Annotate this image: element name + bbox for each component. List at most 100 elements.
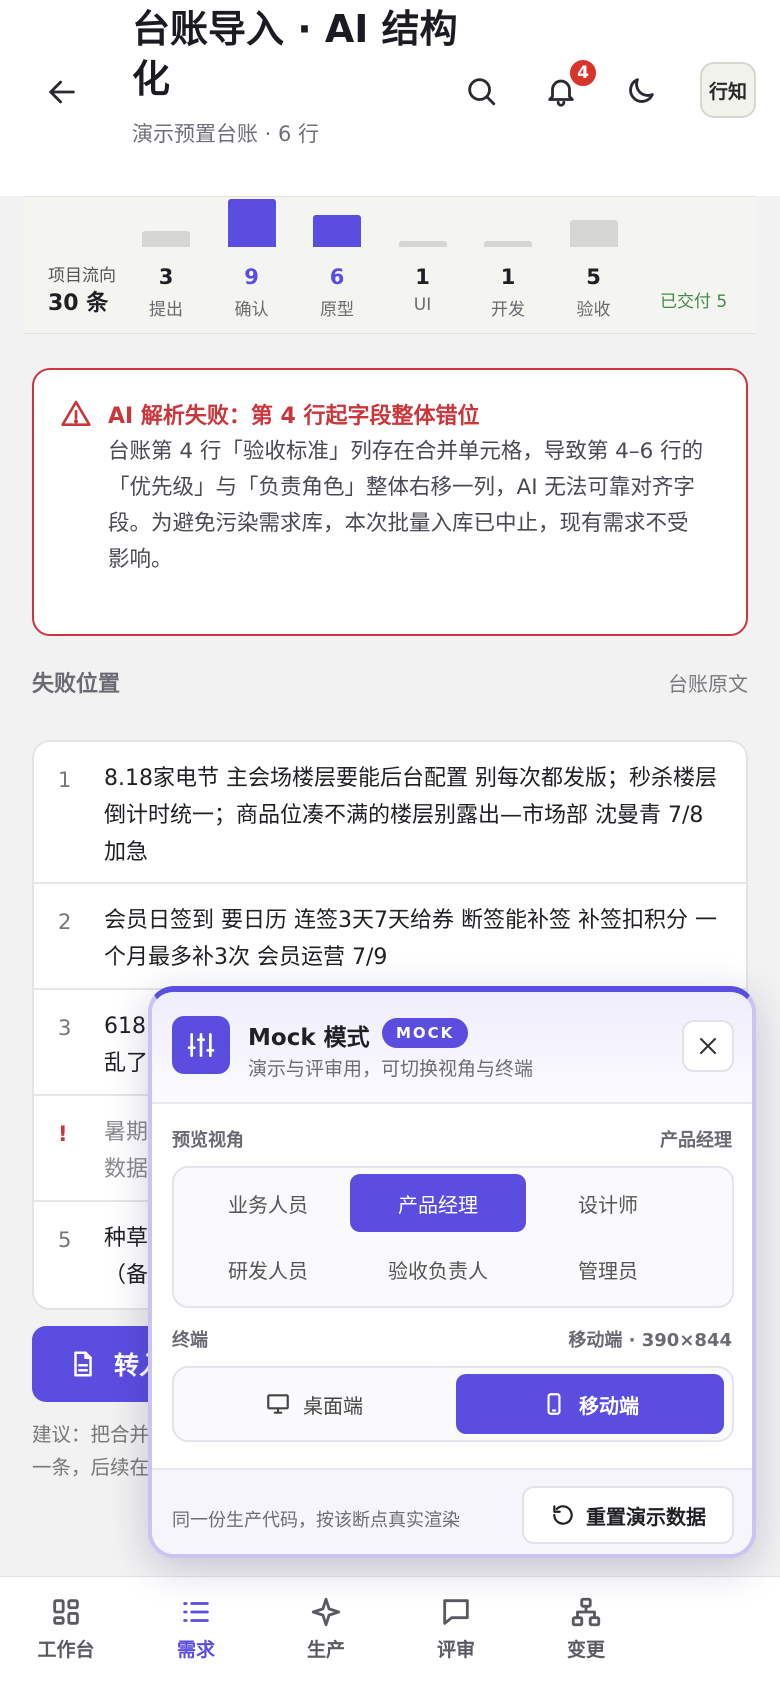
terminal-option-mobile[interactable]: 移动端	[456, 1374, 724, 1434]
nav-label: 工作台	[37, 1639, 95, 1661]
document-icon	[74, 1351, 92, 1377]
row-text: 8.18家电节 主会场楼层要能后台配置 别每次都发版；秒杀楼层倒计时统一；商品位…	[104, 766, 717, 865]
role-option-admin[interactable]: 管理员	[520, 1240, 696, 1298]
flow-stage-count: 1	[415, 265, 430, 289]
view-label: 预览视角	[172, 1130, 244, 1151]
flow-stage-bar	[313, 215, 361, 247]
error-description: 台账第 4 行「验收标准」列存在合并单元格，导致第 4–6 行的「优先级」与「负…	[108, 439, 704, 572]
terminal-label: 终端	[172, 1330, 208, 1351]
flow-stage-count: 3	[158, 265, 174, 289]
role-option-acceptance[interactable]: 验收负责人	[350, 1240, 526, 1298]
row-index: 2	[58, 910, 72, 934]
flow-total: 30 条	[48, 291, 109, 316]
monitor-icon	[267, 1394, 289, 1414]
delivered-count: 已交付 5	[660, 292, 728, 312]
nav-item-workbench[interactable]: 工作台	[16, 1595, 116, 1675]
row-index: 3	[58, 1016, 72, 1040]
row-index: 1	[58, 768, 72, 792]
terminal-selector: 桌面端 移动端	[172, 1366, 734, 1442]
flow-stage-bar	[398, 241, 447, 247]
app-header: 台账导入 · AI 结构化 演示预置台账 · 6 行 4 行知	[0, 0, 780, 196]
reset-icon	[553, 1505, 573, 1525]
close-button[interactable]	[682, 1020, 734, 1072]
error-title: AI 解析失败：第 4 行起字段整体错位	[108, 404, 480, 429]
nav-item-requirements[interactable]: 需求	[146, 1595, 246, 1675]
avatar[interactable]: 行知	[700, 62, 756, 118]
flow-stage-count: 9	[244, 265, 259, 289]
flow-stage-name: 原型	[320, 300, 354, 320]
flow-stage-name: 确认	[234, 300, 269, 320]
flow-label: 项目流向	[48, 266, 116, 286]
list-icon	[183, 1602, 209, 1622]
sliders-icon	[187, 1033, 215, 1057]
phone-icon	[547, 1393, 561, 1415]
reset-demo-data-button[interactable]: 重置演示数据	[522, 1486, 734, 1544]
nav-label: 需求	[176, 1639, 215, 1661]
row-text-line: 种草	[104, 1226, 149, 1251]
view-value: 产品经理	[660, 1130, 732, 1151]
role-option-designer[interactable]: 设计师	[520, 1174, 696, 1232]
warning-triangle-icon	[61, 400, 91, 426]
tree-icon	[571, 1597, 601, 1627]
row-text-line: 618	[104, 1014, 146, 1039]
mock-title: Mock 模式	[248, 1025, 370, 1051]
nav-label: 评审	[436, 1639, 475, 1661]
sparkle-icon	[311, 1597, 341, 1627]
search-icon	[468, 78, 496, 106]
row-text-line: 暑期	[104, 1120, 149, 1145]
role-option-product-manager[interactable]: 产品经理	[350, 1174, 526, 1232]
flow-stage-bar	[484, 241, 532, 247]
mock-mode-panel: Mock 模式 MOCK 演示与评审用，可切换视角与终端 预览视角 产品经理 业…	[148, 986, 756, 1558]
mock-panel-header: Mock 模式 MOCK 演示与评审用，可切换视角与终端	[152, 992, 752, 1104]
flow-stage-name: 开发	[491, 300, 525, 320]
flow-stage-count: 6	[329, 265, 345, 289]
flow-stage-count: 5	[586, 265, 601, 289]
search-button[interactable]	[456, 66, 506, 116]
flow-stage[interactable]: 9 确认	[226, 197, 278, 335]
flow-stage[interactable]: 1 UI	[397, 197, 449, 335]
mock-tag: MOCK	[382, 1018, 469, 1048]
reset-button-label: 重置演示数据	[586, 1504, 706, 1529]
row-text-line: （备	[104, 1263, 149, 1288]
nav-item-review[interactable]: 评审	[406, 1595, 506, 1675]
flow-stage[interactable]: 6 原型	[311, 197, 363, 335]
row-text: 会员日签到 要日历 连签3天7天给券 断签能补签 补签扣积分 一个月最多补3次 …	[104, 908, 717, 970]
flow-stage-name: UI	[413, 295, 432, 315]
page-title: 台账导入 · AI 结构化	[132, 7, 458, 101]
bottom-nav: 工作台 需求 生产 评审 变更	[0, 1576, 780, 1688]
row-text-line: 乱了	[104, 1051, 149, 1076]
terminal-option-label: 桌面端	[303, 1393, 363, 1418]
notification-badge: 4	[568, 58, 598, 88]
nav-item-production[interactable]: 生产	[276, 1595, 376, 1675]
flow-stage[interactable]: 5 验收	[568, 197, 620, 335]
row-index: 5	[58, 1228, 72, 1252]
nav-label: 生产	[306, 1639, 345, 1661]
row-text-line: 数据	[104, 1157, 149, 1182]
table-row[interactable]: 1 8.18家电节 主会场楼层要能后台配置 别每次都发版；秒杀楼层倒计时统一；商…	[34, 742, 746, 884]
project-flow-strip: 项目流向 30 条 3 提出 9 确认 6 原型 1 UI 1 开发 5 验收 已交付 5	[24, 196, 756, 334]
back-button[interactable]	[40, 70, 84, 114]
mock-subtitle: 演示与评审用，可切换视角与终端	[248, 1058, 534, 1080]
nav-item-change[interactable]: 变更	[536, 1595, 636, 1675]
nav-label: 变更	[566, 1639, 605, 1661]
row-error-marker: !	[58, 1122, 68, 1146]
theme-toggle-button[interactable]	[616, 66, 666, 116]
role-option-developer[interactable]: 研发人员	[180, 1240, 356, 1298]
page-subtitle: 演示预置台账 · 6 行	[132, 122, 320, 146]
terminal-option-desktop[interactable]: 桌面端	[180, 1374, 448, 1434]
table-row[interactable]: 2 会员日签到 要日历 连签3天7天给券 断签能补签 补签扣积分 一个月最多补3…	[34, 884, 746, 990]
flow-stage[interactable]: 1 开发	[482, 197, 534, 335]
terminal-value: 移动端 · 390×844	[568, 1330, 732, 1351]
flow-stage-bar	[569, 220, 618, 247]
sliders-icon-tile	[172, 1016, 230, 1074]
chat-icon	[443, 1599, 469, 1625]
flow-stage[interactable]: 3 提出	[140, 197, 192, 335]
footer-note: 同一份生产代码，按该断点真实渲染	[172, 1510, 460, 1531]
terminal-option-label: 移动端	[579, 1393, 639, 1418]
flow-stage-count: 1	[500, 265, 516, 289]
ledger-source-link[interactable]: 台账原文	[668, 668, 748, 697]
role-option-business[interactable]: 业务人员	[180, 1174, 356, 1232]
error-card: AI 解析失败：第 4 行起字段整体错位 台账第 4 行「验收标准」列存在合并单…	[32, 368, 748, 636]
grid-icon	[53, 1599, 79, 1625]
flow-stage-name: 提出	[149, 300, 183, 320]
